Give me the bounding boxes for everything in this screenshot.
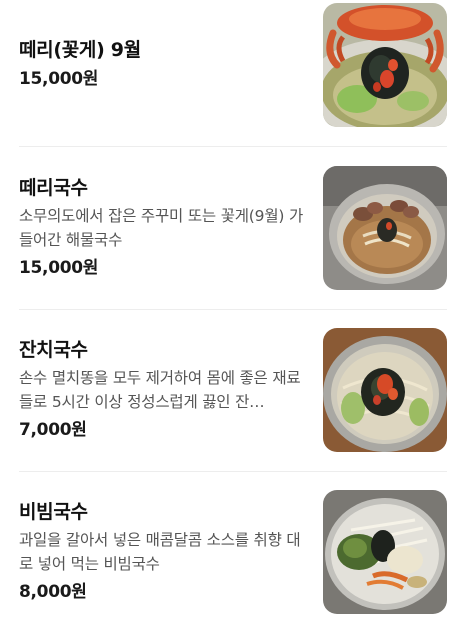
menu-item-description: 소무의도에서 잡은 주꾸미 또는 꽃게(9월) 가 들어간 해물국수 (19, 207, 304, 249)
banquet-noodle-photo[interactable] (323, 328, 447, 452)
menu-item-name: 떼리국수 (19, 177, 88, 199)
menu-item-seafood-noodle[interactable]: 떼리국수 소무의도에서 잡은 주꾸미 또는 꽃게(9월) 가 들어간 해물국수 … (0, 147, 466, 308)
menu-item-text: 비빔국수 과일을 갈아서 넣은 매콤달콤 소스를 취향 대로 넣어 먹는 비빔국… (19, 499, 309, 604)
menu-item-name: 잔치국수 (19, 339, 88, 361)
menu-list: 떼리(꽃게) 9월 15,000원 떼리국수 소무의도에서 잡은 주꾸미 또는 … (0, 0, 466, 630)
menu-item-price: 7,000원 (19, 420, 87, 440)
menu-item-price: 15,000원 (19, 258, 99, 278)
menu-item-text: 떼리(꽃게) 9월 15,000원 (19, 37, 309, 91)
menu-item-name: 떼리(꽃게) 9월 (19, 39, 141, 61)
menu-item-description: 손수 멸치똥을 모두 제거하여 몸에 좋은 재료들로 5시간 이상 정성스럽게 … (19, 369, 301, 411)
menu-item-text: 떼리국수 소무의도에서 잡은 주꾸미 또는 꽃게(9월) 가 들어간 해물국수 … (19, 175, 309, 280)
menu-item-banquet-noodle[interactable]: 잔치국수 손수 멸치똥을 모두 제거하여 몸에 좋은 재료들로 5시간 이상 정… (0, 310, 466, 470)
menu-item-description: 과일을 갈아서 넣은 매콤달콤 소스를 취향 대로 넣어 먹는 비빔국수 (19, 531, 301, 573)
menu-item-name: 비빔국수 (19, 501, 88, 523)
seafood-noodle-photo[interactable] (323, 166, 447, 290)
menu-item-price: 8,000원 (19, 582, 87, 602)
menu-item-spicy-mixed-noodle[interactable]: 비빔국수 과일을 갈아서 넣은 매콤달콤 소스를 취향 대로 넣어 먹는 비빔국… (0, 472, 466, 630)
spicy-mixed-noodle-photo[interactable] (323, 490, 447, 614)
menu-item-crab-noodle[interactable]: 떼리(꽃게) 9월 15,000원 (0, 0, 466, 146)
crab-noodle-soup-photo[interactable] (323, 3, 447, 127)
menu-item-text: 잔치국수 손수 멸치똥을 모두 제거하여 몸에 좋은 재료들로 5시간 이상 정… (19, 337, 309, 442)
menu-item-price: 15,000원 (19, 69, 99, 89)
